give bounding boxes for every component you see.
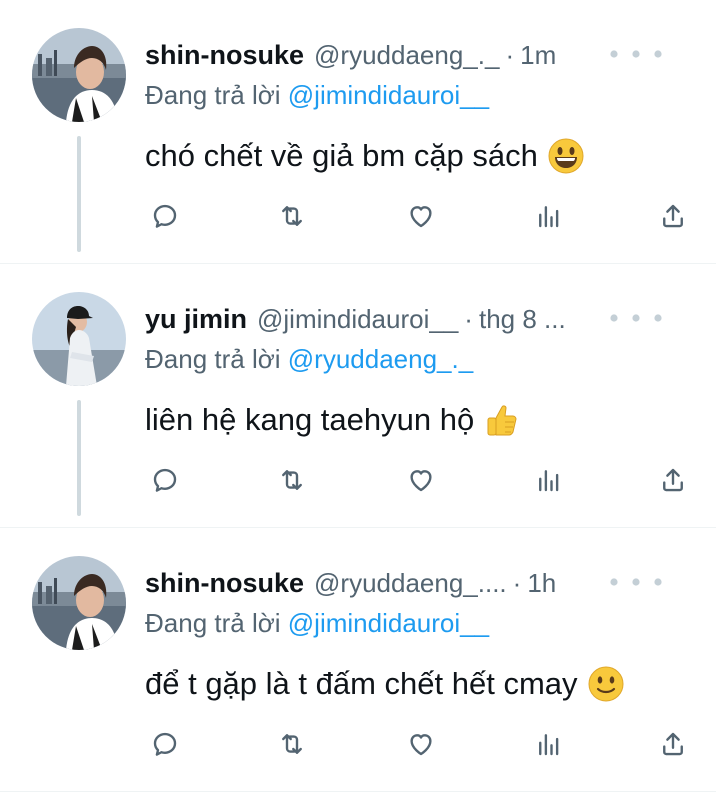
tweet-header: shin-nosuke @ryuddaeng_.... · 1h: [145, 566, 696, 600]
action-bar: [145, 196, 688, 236]
tweet-text-content: để t gặp là t đấm chết hết cmay: [145, 666, 578, 701]
reply-button[interactable]: [145, 196, 185, 236]
views-icon: [539, 734, 559, 756]
views-icon: [539, 470, 559, 492]
separator: ·: [464, 303, 473, 334]
reply-icon: [153, 204, 177, 228]
reply-icon: [153, 468, 177, 492]
heart-icon: [410, 206, 432, 228]
avatar[interactable]: [32, 292, 126, 386]
views-button[interactable]: [529, 460, 569, 500]
views-button[interactable]: [529, 724, 569, 764]
thread-line: [77, 136, 81, 252]
share-icon: [663, 468, 683, 492]
tweet-text: chó chết về giả bm cặp sách: [145, 138, 584, 174]
share-button[interactable]: [653, 460, 693, 500]
username[interactable]: @ryuddaeng_....: [314, 568, 507, 599]
timestamp[interactable]: thg 8 ...: [479, 304, 566, 335]
display-name[interactable]: shin-nosuke: [145, 40, 304, 71]
timestamp[interactable]: 1m: [520, 40, 556, 71]
thumbs-up-icon: [487, 405, 517, 436]
reply-context: Đang trả lời @jimindidauroi__: [145, 608, 489, 639]
tweet-header: yu jimin @jimindidauroi__ · thg 8 ...: [145, 302, 696, 336]
retweet-icon: [282, 206, 302, 226]
action-bar: [145, 460, 688, 500]
tweet-text-content: chó chết về giả bm cặp sách: [145, 138, 538, 173]
thread-line: [77, 400, 81, 516]
heart-icon: [410, 734, 432, 756]
reply-mention-link[interactable]: @jimindidauroi__: [288, 80, 489, 110]
username[interactable]: @jimindidauroi__: [257, 304, 458, 335]
reply-mention-link[interactable]: @ryuddaeng_._: [288, 344, 473, 374]
share-button[interactable]: [653, 196, 693, 236]
share-button[interactable]: [653, 724, 693, 764]
action-bar: [145, 724, 688, 764]
tweet-text: liên hệ kang taehyun hộ: [145, 402, 520, 438]
more-icon[interactable]: [606, 308, 666, 328]
retweet-button[interactable]: [272, 196, 312, 236]
tweet[interactable]: shin-nosuke @ryuddaeng_._ · 1m Đang trả …: [0, 0, 716, 264]
reply-button[interactable]: [145, 724, 185, 764]
separator: ·: [505, 39, 515, 70]
like-button[interactable]: [401, 196, 441, 236]
reply-mention-link[interactable]: @jimindidauroi__: [288, 608, 489, 638]
heart-icon: [410, 470, 432, 492]
like-button[interactable]: [401, 460, 441, 500]
like-button[interactable]: [401, 724, 441, 764]
reply-prefix: Đang trả lời: [145, 80, 288, 110]
retweet-button[interactable]: [272, 724, 312, 764]
share-icon: [663, 204, 683, 228]
avatar[interactable]: [32, 556, 126, 650]
username[interactable]: @ryuddaeng_._: [314, 40, 499, 71]
display-name[interactable]: shin-nosuke: [145, 568, 304, 599]
tweet[interactable]: yu jimin @jimindidauroi__ · thg 8 ... Đa…: [0, 264, 716, 528]
tweet[interactable]: shin-nosuke @ryuddaeng_.... · 1h Đang tr…: [0, 528, 716, 792]
reply-prefix: Đang trả lời: [145, 344, 288, 374]
more-icon[interactable]: [606, 572, 666, 592]
retweet-icon: [282, 470, 302, 490]
display-name[interactable]: yu jimin: [145, 304, 247, 335]
reply-icon: [153, 732, 177, 756]
tweet-header: shin-nosuke @ryuddaeng_._ · 1m: [145, 38, 696, 72]
more-icon[interactable]: [606, 44, 666, 64]
reply-button[interactable]: [145, 460, 185, 500]
avatar[interactable]: [32, 28, 126, 122]
grinning-face-icon: [548, 138, 584, 174]
views-icon: [539, 206, 559, 228]
timestamp[interactable]: 1h: [527, 568, 556, 599]
retweet-icon: [282, 734, 302, 754]
separator: ·: [512, 567, 522, 598]
reply-prefix: Đang trả lời: [145, 608, 288, 638]
slightly-smiling-face-icon: [588, 666, 624, 702]
reply-context: Đang trả lời @ryuddaeng_._: [145, 344, 473, 375]
views-button[interactable]: [529, 196, 569, 236]
tweet-text-content: liên hệ kang taehyun hộ: [145, 402, 475, 437]
tweet-text: để t gặp là t đấm chết hết cmay: [145, 666, 624, 702]
reply-context: Đang trả lời @jimindidauroi__: [145, 80, 489, 111]
retweet-button[interactable]: [272, 460, 312, 500]
share-icon: [663, 732, 683, 756]
